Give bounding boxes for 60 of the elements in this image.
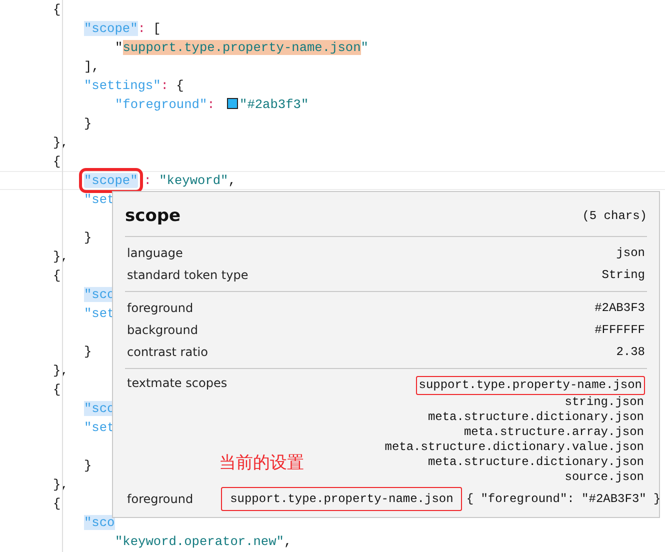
property-value: json — [616, 246, 645, 260]
code-token: "keyword.operator.new" — [115, 534, 284, 549]
token-length: (5 chars) — [582, 209, 647, 223]
code-token: { — [53, 2, 61, 17]
textmate-scope: support.type.property-name.json — [416, 376, 645, 395]
code-token: "settings" — [84, 78, 161, 93]
rule-selector: support.type.property-name.json — [221, 487, 462, 511]
code-token: : — [144, 173, 152, 188]
code-token: }, — [53, 135, 68, 150]
property-value: String — [602, 268, 645, 282]
code-token: , — [228, 173, 236, 188]
textmate-scope: meta.structure.array.json — [462, 425, 645, 440]
code-token: { — [53, 154, 61, 169]
token-title: scope — [125, 206, 181, 226]
property-label: textmate scopes — [127, 376, 228, 390]
property-value: #FFFFFF — [594, 323, 645, 337]
code-token: }, — [53, 477, 68, 492]
code-token: }, — [53, 363, 68, 378]
code-token: { — [53, 268, 61, 283]
code-token: "sco — [84, 515, 115, 530]
property-label: foreground — [127, 301, 194, 315]
code-token: } — [84, 458, 92, 473]
property-label: standard token type — [127, 268, 248, 282]
code-token: " — [115, 40, 123, 55]
property-label: foreground — [127, 492, 194, 506]
textmate-scope: string.json — [564, 395, 645, 410]
code-token: " — [360, 40, 368, 55]
property-label: background — [127, 323, 198, 337]
code-token: : — [138, 21, 146, 36]
property-value: 2.38 — [616, 345, 645, 359]
code-token: "#2ab3f3" — [240, 97, 309, 112]
code-token: "foreground" — [115, 97, 208, 112]
textmate-scope: source.json — [564, 470, 645, 485]
code-token: } — [84, 116, 92, 131]
code-token: ], — [84, 59, 100, 74]
code-token: : — [207, 97, 216, 112]
rule-value: { "foreground": "#2AB3F3" } — [466, 492, 661, 506]
code-token: "set — [84, 420, 115, 435]
code-token: "set — [84, 306, 115, 321]
annotation-label: 当前的设置 — [219, 452, 304, 474]
code-token: "scope" — [84, 21, 138, 36]
code-token: { — [176, 78, 184, 93]
code-token: [ — [153, 21, 161, 36]
code-token: "keyword" — [159, 173, 228, 188]
code-token: "set — [84, 192, 115, 207]
textmate-scope: meta.structure.dictionary.json — [426, 455, 645, 470]
code-token: } — [84, 230, 92, 245]
textmate-scope: meta.structure.dictionary.json — [426, 410, 645, 425]
textmate-scope: meta.structure.dictionary.value.json — [384, 440, 645, 455]
code-token: "scope" — [84, 173, 138, 188]
property-label: contrast ratio — [127, 345, 208, 359]
code-token: { — [53, 496, 61, 511]
code-token: { — [53, 382, 61, 397]
code-token: }, — [53, 249, 68, 264]
property-value: #2AB3F3 — [594, 301, 645, 315]
code-token: support.type.property-name.json — [122, 40, 361, 55]
code-token: , — [284, 534, 292, 549]
property-label: language — [127, 246, 183, 260]
code-token: } — [84, 344, 92, 359]
code-token: : — [160, 78, 170, 93]
